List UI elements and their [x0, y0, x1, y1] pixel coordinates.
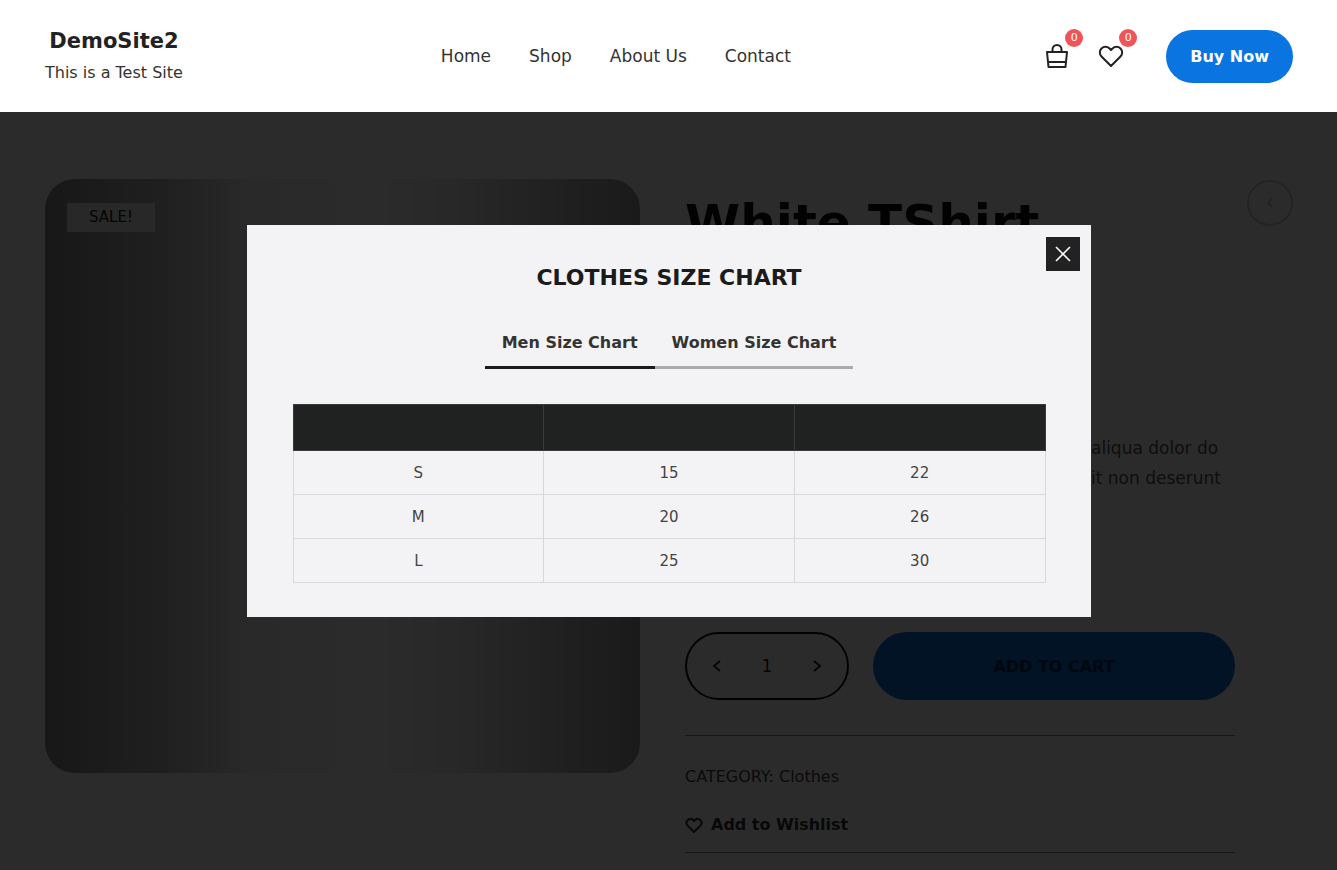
- size-chart-tabs: Men Size ChartWomen Size Chart: [485, 332, 854, 369]
- cart-count-badge: 0: [1065, 29, 1083, 47]
- table-header-row: [293, 405, 1045, 451]
- product-page: SALE!White TShirtaliqua dolor doit non d…: [0, 112, 1337, 870]
- table-cell: L: [293, 539, 544, 583]
- size-table: S1522M2026L2530: [293, 404, 1046, 583]
- site-header: DemoSite2 This is a Test Site Home Shop Abou…: [0, 0, 1337, 112]
- size-chart-modal: CLOTHES SIZE CHART Men Size ChartWomen Si…: [247, 225, 1091, 617]
- cart-button[interactable]: 0: [1044, 43, 1070, 69]
- wishlist-button[interactable]: 0: [1098, 43, 1124, 69]
- nav-link[interactable]: About Us: [610, 43, 687, 69]
- table-cell: M: [293, 495, 544, 539]
- size-chart-tab[interactable]: Women Size Chart: [655, 332, 854, 369]
- header-actions: 00Buy Now: [1044, 30, 1293, 83]
- site-tagline: This is a Test Site: [45, 61, 183, 85]
- table-cell: 20: [544, 495, 795, 539]
- main-nav: Home Shop About Us Contact: [441, 43, 791, 69]
- header-cell: [544, 405, 795, 451]
- nav-link[interactable]: Shop: [529, 43, 572, 69]
- modal-title: CLOTHES SIZE CHART: [536, 264, 801, 292]
- table-row: S1522: [293, 451, 1045, 495]
- table-cell: 22: [794, 451, 1045, 495]
- site-title[interactable]: DemoSite2: [49, 27, 178, 55]
- table-cell: 30: [794, 539, 1045, 583]
- header-cell: [794, 405, 1045, 451]
- table-cell: 15: [544, 451, 795, 495]
- table-row: L2530: [293, 539, 1045, 583]
- table-cell: S: [293, 451, 544, 495]
- table-cell: 26: [794, 495, 1045, 539]
- table-cell: 25: [544, 539, 795, 583]
- table-row: M2026: [293, 495, 1045, 539]
- size-chart-tab[interactable]: Men Size Chart: [485, 332, 655, 369]
- close-icon[interactable]: [1054, 245, 1072, 263]
- close-button[interactable]: [1046, 237, 1080, 271]
- cart-icon[interactable]: [1044, 43, 1070, 69]
- wishlist-count-badge: 0: [1119, 29, 1137, 47]
- nav-link[interactable]: Home: [441, 43, 491, 69]
- nav-link[interactable]: Contact: [725, 43, 791, 69]
- header-cell: [293, 405, 544, 451]
- site-logo[interactable]: DemoSite2 This is a Test Site: [45, 27, 183, 85]
- buy-now-button[interactable]: Buy Now: [1166, 30, 1293, 83]
- heart-icon[interactable]: [1098, 43, 1124, 69]
